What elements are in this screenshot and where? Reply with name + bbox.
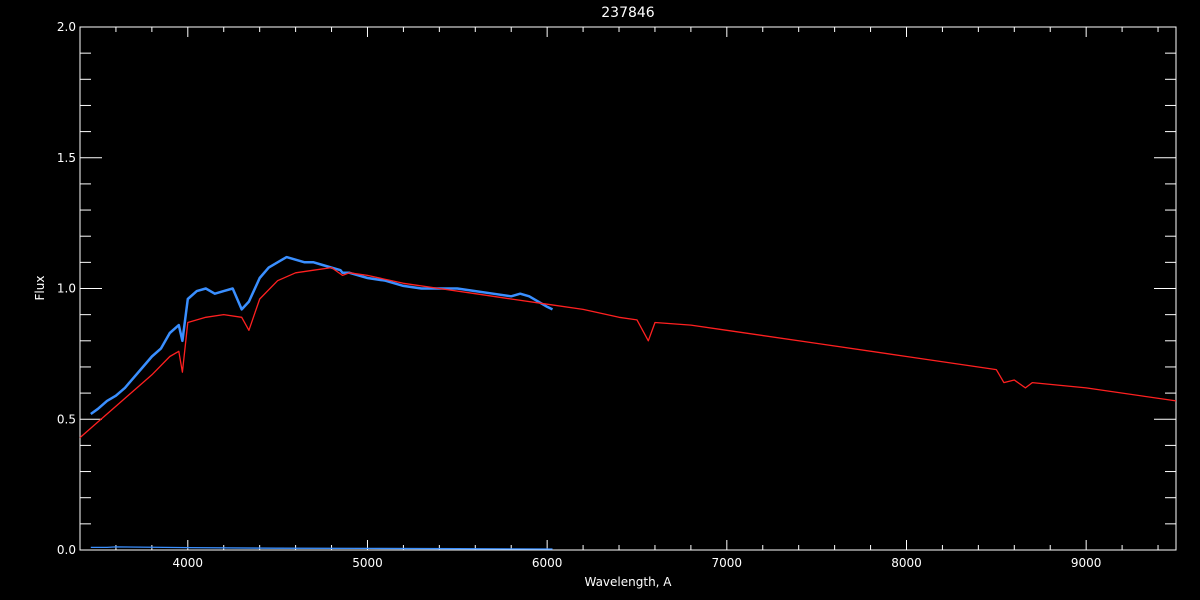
x-tick-label: 8000 <box>891 556 922 570</box>
series-line-2 <box>79 266 1177 439</box>
x-tick-label: 9000 <box>1071 556 1102 570</box>
plot-frame <box>79 26 1177 551</box>
y-tick-label: 0.0 <box>57 543 76 557</box>
y-tick-label: 1.0 <box>57 282 76 296</box>
chart-title: 237846 <box>601 5 655 21</box>
y-tick-label: 1.5 <box>57 151 76 165</box>
spectrum-chart: 237846 4000 5000 6000 7000 8000 9000 0.0 0.5 1.0… <box>33 5 1177 589</box>
chart-root: 237846 4000 5000 6000 7000 8000 9000 0.0 0.5 1.0… <box>0 0 1200 600</box>
y-axis-label: Flux <box>33 276 47 301</box>
series-line-1 <box>90 255 554 416</box>
x-tick-label: 7000 <box>712 556 743 570</box>
series-line-3 <box>90 546 553 550</box>
x-tick-label: 6000 <box>532 556 563 570</box>
x-tick-label: 4000 <box>173 556 204 570</box>
y-tick-label: 2.0 <box>57 20 76 34</box>
y-tick-label: 0.5 <box>57 412 76 426</box>
x-axis-label: Wavelength, A <box>584 575 672 589</box>
x-tick-label: 5000 <box>352 556 383 570</box>
axis-ticks: 4000 5000 6000 7000 8000 9000 0.0 0.5 1.0 1.5 2.0 <box>57 20 1176 570</box>
series-layer <box>79 255 1177 550</box>
